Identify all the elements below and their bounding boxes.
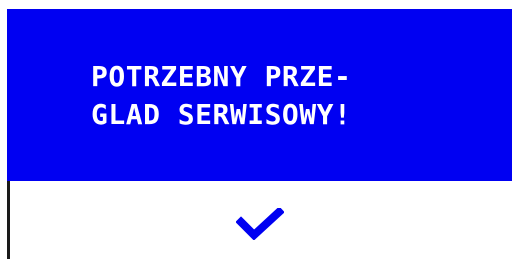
service-message-line-2: GLAD SERWISOWY!: [91, 98, 352, 131]
screen-edge: [7, 181, 10, 259]
service-message-panel: POTRZEBNY PRZE- GLAD SERWISOWY!: [7, 9, 512, 181]
checkmark-icon: [236, 208, 284, 240]
confirm-area: [7, 181, 512, 259]
service-message-line-1: POTRZEBNY PRZE-: [91, 60, 352, 93]
service-message: POTRZEBNY PRZE- GLAD SERWISOWY!: [91, 58, 471, 134]
confirm-button[interactable]: [225, 199, 295, 249]
device-screen: POTRZEBNY PRZE- GLAD SERWISOWY!: [7, 9, 512, 259]
